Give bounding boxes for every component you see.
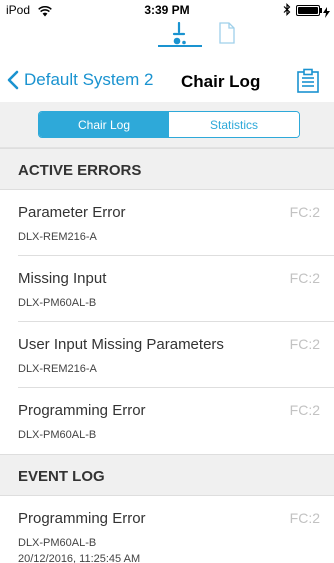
- device-name: DLX-PM60AL-B: [18, 537, 97, 549]
- fault-code: FC:2: [289, 402, 320, 418]
- section-title: EVENT LOG: [18, 468, 105, 485]
- charging-icon: [323, 5, 330, 23]
- wheelchair-icon[interactable]: [168, 21, 192, 46]
- device-name: DLX-PM60AL-B: [18, 297, 97, 309]
- list-item[interactable]: Programming Error FC:2 DLX-PM60AL-B: [0, 388, 334, 454]
- section-title: ACTIVE ERRORS: [18, 162, 142, 179]
- mode-switch: [150, 21, 250, 48]
- fault-code: FC:2: [289, 336, 320, 352]
- error-title: Programming Error: [18, 402, 146, 419]
- page-title: Chair Log: [181, 72, 261, 91]
- navigation-bar: Default System 2 Chair Log: [0, 58, 334, 102]
- clipboard-icon[interactable]: [296, 68, 320, 94]
- selected-mode-indicator: [158, 45, 202, 47]
- status-bar: iPod 3:39 PM: [0, 0, 334, 20]
- list-item[interactable]: User Input Missing Parameters FC:2 DLX-R…: [0, 322, 334, 388]
- document-icon[interactable]: [216, 22, 238, 44]
- bluetooth-icon: [283, 3, 291, 21]
- error-title: User Input Missing Parameters: [18, 336, 224, 353]
- fault-code: FC:2: [289, 204, 320, 220]
- tab-statistics[interactable]: Statistics: [169, 112, 299, 137]
- list-item[interactable]: Missing Input FC:2 DLX-PM60AL-B: [0, 256, 334, 322]
- device-name: DLX-REM216-A: [18, 363, 97, 375]
- device-name: DLX-REM216-A: [18, 231, 97, 243]
- back-button-label: Default System 2: [24, 70, 154, 89]
- error-title: Parameter Error: [18, 204, 126, 221]
- section-header-active-errors: ACTIVE ERRORS: [0, 148, 334, 190]
- battery-icon: [296, 5, 320, 16]
- device-name: DLX-PM60AL-B: [18, 429, 97, 441]
- tabs-panel: Chair Log Statistics: [0, 102, 334, 148]
- error-title: Missing Input: [18, 270, 107, 287]
- list-item[interactable]: Parameter Error FC:2 DLX-REM216-A: [0, 190, 334, 256]
- chevron-left-icon: [7, 70, 19, 90]
- fault-code: FC:2: [289, 510, 320, 526]
- event-timestamp: 20/12/2016, 11:25:45 AM: [18, 553, 141, 563]
- section-header-event-log: EVENT LOG: [0, 454, 334, 496]
- tab-chair-log[interactable]: Chair Log: [39, 112, 169, 137]
- list-item[interactable]: Programming Error FC:2 DLX-PM60AL-B 20/1…: [0, 496, 334, 563]
- battery-level: [298, 7, 318, 14]
- battery-tip: [320, 8, 322, 13]
- back-button[interactable]: Default System 2: [6, 66, 153, 94]
- fault-code: FC:2: [289, 270, 320, 286]
- event-title: Programming Error: [18, 510, 146, 527]
- segmented-control: Chair Log Statistics: [38, 111, 300, 138]
